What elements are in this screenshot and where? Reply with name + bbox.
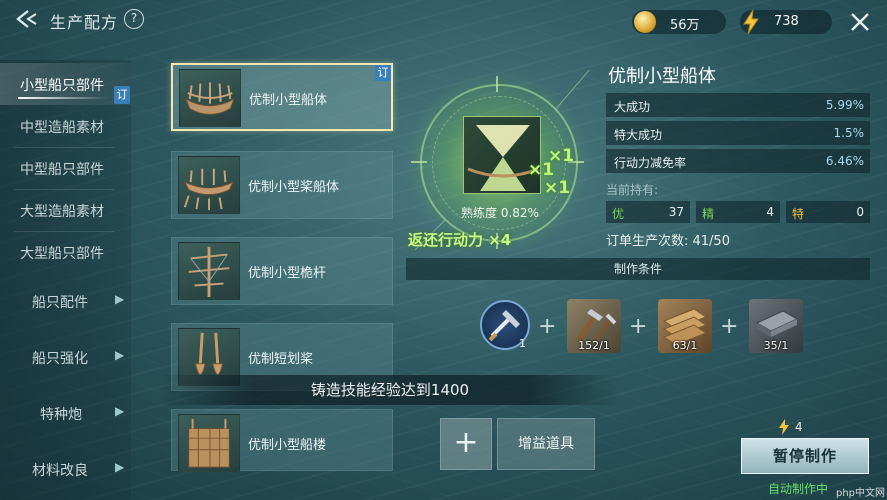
energy-refund-text: 返还行动力 ×4: [408, 231, 512, 249]
recipe-name: 优制小型船体: [249, 93, 328, 108]
recipe-card-small-tower[interactable]: 优制小型船楼: [171, 409, 393, 472]
holding-grade: 优: [612, 207, 625, 221]
nav-item-large-materials[interactable]: 大型造船素材: [0, 189, 131, 231]
back-arrow-icon[interactable]: [14, 8, 42, 30]
nav-group-ship-accessories[interactable]: 船只配件 ▶: [0, 280, 131, 322]
holding-count: 4: [766, 205, 774, 219]
order-tag: 订: [375, 65, 391, 81]
nav-item-label: 中型船只部件: [20, 162, 104, 178]
nav-item-medium-materials[interactable]: 中型造船素材: [0, 105, 131, 147]
holding-excellent: 优 37: [606, 201, 690, 223]
oar-ship-hull-icon: [178, 156, 240, 214]
recipe-name: 优制小型船楼: [248, 438, 327, 453]
auto-crafting-status: 自动制作中: [768, 482, 829, 496]
nav-group-label: 船只强化: [32, 351, 88, 367]
holding-count: 37: [668, 205, 684, 219]
nav-item-large-ship-parts[interactable]: 大型船只部件: [0, 231, 131, 273]
chevron-right-icon: ▶: [115, 292, 125, 306]
watermark: php中文网: [836, 488, 886, 499]
recipe-detail-title: 优制小型船体: [608, 66, 716, 87]
gold-amount: 56万: [670, 18, 700, 33]
material-metal-sheet[interactable]: 35/1: [749, 299, 803, 353]
material-tools[interactable]: 152/1: [567, 299, 621, 353]
multiplier-label: ×1: [528, 160, 555, 180]
chevron-right-icon: ▶: [115, 460, 125, 474]
nav-item-label: 大型造船素材: [20, 204, 104, 220]
order-production-count: 订单生产次数: 41/50: [606, 234, 730, 249]
lightning-bolt-icon: [779, 419, 789, 435]
nav-item-label: 中型造船素材: [20, 120, 104, 136]
energy-counter: 738: [740, 9, 832, 35]
energy-amount: 738: [774, 14, 799, 29]
help-icon[interactable]: ?: [124, 9, 144, 29]
stat-label: 特大成功: [614, 128, 663, 142]
nav-group-label: 特种炮: [40, 407, 82, 423]
material-count: 35/1: [763, 339, 789, 352]
add-item-button[interactable]: +: [440, 418, 492, 470]
nav-group-ship-enhance[interactable]: 船只强化 ▶: [0, 336, 131, 378]
nav-item-label: 大型船只部件: [20, 246, 104, 262]
energy-cost: 4: [795, 420, 803, 434]
stat-value: 1.5%: [833, 126, 865, 140]
recipe-card-small-mast[interactable]: 优制小型桅杆: [171, 237, 393, 305]
recipe-card-small-hull[interactable]: 优制小型船体 订: [171, 63, 393, 131]
nav-group-label: 船只配件: [32, 295, 88, 311]
holding-special: 特 0: [786, 201, 870, 223]
proficiency-text: 熟练度 0.82%: [461, 206, 539, 220]
material-wood-planks[interactable]: 63/1: [658, 299, 712, 353]
recipe-card-oar-hull[interactable]: 优制小型桨船体: [171, 151, 393, 219]
stat-value: 6.46%: [825, 154, 864, 168]
gold-counter: 56万: [632, 10, 726, 34]
holding-grade: 精: [702, 207, 715, 221]
nav-group-special-cannon[interactable]: 特种炮 ▶: [0, 392, 131, 434]
plus-icon: +: [720, 314, 739, 339]
stat-label: 大成功: [614, 100, 651, 114]
plus-icon: +: [629, 314, 648, 339]
ship-hull-icon: [179, 69, 241, 127]
crafting-conditions-header: 制作条件: [406, 258, 870, 280]
recipe-name: 优制小型桨船体: [248, 180, 340, 195]
buff-items-button[interactable]: 增益道具: [497, 418, 595, 470]
chevron-right-icon: ▶: [115, 404, 125, 418]
nav-item-medium-ship-parts[interactable]: 中型船只部件: [0, 147, 131, 189]
skill-requirement-banner: 铸造技能经验达到1400: [160, 375, 620, 405]
multiplier-label: ×1: [544, 178, 571, 198]
close-icon[interactable]: [848, 10, 872, 34]
stat-energy-reduction: 行动力减免率 6.46%: [606, 149, 870, 173]
recipe-name: 优制短划桨: [248, 352, 314, 367]
coin-icon: [634, 11, 656, 33]
pause-crafting-button[interactable]: 暂停制作: [741, 438, 869, 474]
plus-icon: +: [538, 314, 557, 339]
stat-value: 5.99%: [825, 98, 864, 112]
chevron-right-icon: ▶: [115, 348, 125, 362]
nav-item-label: 小型船只部件: [20, 78, 104, 94]
product-hull-icon: [463, 116, 541, 194]
stat-label: 行动力减免率: [614, 156, 687, 170]
nav-group-material-improve[interactable]: 材料改良 ▶: [0, 448, 131, 490]
skill-count: 1: [519, 337, 526, 350]
material-count: 63/1: [672, 339, 698, 352]
material-count: 152/1: [578, 339, 610, 352]
lightning-bolt-icon: [743, 9, 759, 35]
nav-group-label: 材料改良: [32, 463, 88, 479]
page-title: 生产配方: [50, 13, 119, 32]
hull-glow-icon: [467, 125, 539, 191]
stat-great-success: 大成功 5.99%: [606, 93, 870, 117]
ship-tower-icon: [178, 414, 240, 472]
stat-huge-success: 特大成功 1.5%: [606, 121, 870, 145]
holding-count: 0: [856, 205, 864, 219]
nav-item-small-ship-parts[interactable]: 小型船只部件: [0, 63, 131, 105]
recipe-name: 优制小型桅杆: [248, 266, 327, 281]
mast-icon: [178, 242, 240, 300]
order-badge: 订: [114, 86, 130, 104]
holding-grade: 特: [792, 207, 805, 221]
holding-fine: 精 4: [696, 201, 780, 223]
holding-label: 当前持有:: [606, 183, 659, 197]
